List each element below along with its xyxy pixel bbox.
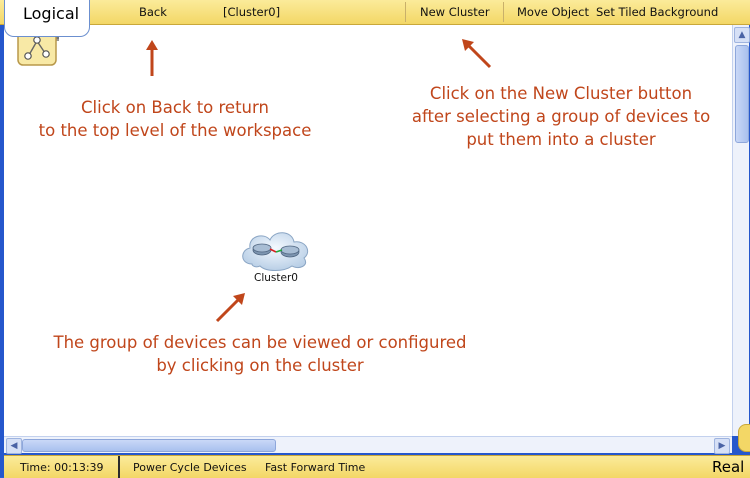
new-cluster-annotation: Click on the New Cluster button after se… [388,82,734,151]
status-separator [118,456,120,478]
vertical-scrollbar[interactable]: ▲ [732,25,750,436]
current-cluster-label: [Cluster0] [223,5,281,19]
power-cycle-devices-button[interactable]: Power Cycle Devices [133,461,247,474]
toolbar-separator [503,2,504,22]
new-cluster-annotation-line: put them into a cluster [466,130,656,149]
back-annotation-line: Click on Back to return [81,98,269,117]
set-tiled-background-button[interactable]: Set Tiled Background [596,5,718,19]
vertical-scroll-thumb[interactable] [735,45,749,143]
back-annotation: Click on Back to return to the top level… [20,96,330,142]
scroll-right-icon[interactable]: ▶ [714,438,730,454]
arrow-up-icon [144,40,160,82]
cluster-annotation-line: The group of devices can be viewed or co… [53,333,467,352]
toolbar-separator [405,2,406,22]
new-cluster-annotation-line: after selecting a group of devices to [411,107,711,126]
arrow-up-left-icon [460,38,494,74]
scroll-up-icon[interactable]: ▲ [734,27,750,43]
move-object-button[interactable]: Move Object [517,5,589,19]
scroll-left-icon[interactable]: ◀ [6,438,22,454]
new-cluster-annotation-line: Click on the New Cluster button [429,84,693,103]
cluster-label[interactable]: Cluster0 [243,272,309,284]
back-annotation-line: to the top level of the workspace [38,121,312,140]
arrow-up-right-icon [214,290,248,328]
cluster-annotation: The group of devices can be viewed or co… [20,331,500,377]
back-button[interactable]: Back [139,5,167,19]
logical-toolbar: Back [Cluster0] New Cluster Move Object … [0,0,750,25]
tab-logical[interactable]: Logical [4,0,90,37]
new-cluster-button[interactable]: New Cluster [420,5,490,19]
fast-forward-time-button[interactable]: Fast Forward Time [265,461,365,474]
cluster-annotation-line: by clicking on the cluster [156,356,364,375]
status-bar: Time: 00:13:39 Power Cycle Devices Fast … [4,455,750,478]
realtime-toggle-corner[interactable] [738,424,750,452]
tab-logical-label: Logical [23,4,80,23]
horizontal-scrollbar[interactable]: ◀ ▶ [4,436,732,454]
horizontal-scroll-thumb[interactable] [22,439,276,452]
time-display: Time: 00:13:39 [20,461,104,474]
realtime-tab[interactable]: Real [712,458,744,476]
